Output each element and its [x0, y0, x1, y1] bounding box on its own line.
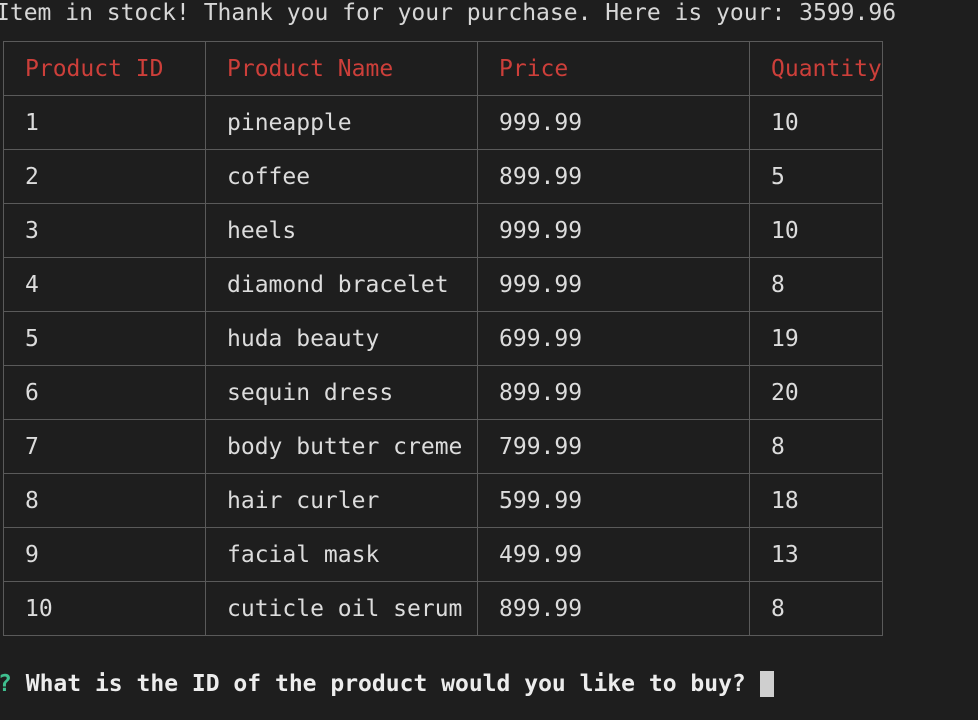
- cell-quantity: 8: [749, 419, 883, 474]
- header-quantity: Quantity: [749, 41, 883, 96]
- cell-quantity: 8: [749, 257, 883, 312]
- cell-price: 899.99: [477, 581, 750, 636]
- table-row: 9 facial mask 499.99 13: [3, 527, 883, 582]
- cell-product-id: 8: [3, 473, 206, 528]
- cell-quantity: 10: [749, 95, 883, 150]
- text-cursor[interactable]: [759, 671, 774, 697]
- cell-price: 999.99: [477, 203, 750, 258]
- product-table: Product ID Product Name Price Quantity 1…: [3, 41, 883, 636]
- cell-product-id: 3: [3, 203, 206, 258]
- cell-quantity: 20: [749, 365, 883, 420]
- cell-quantity: 13: [749, 527, 883, 582]
- cell-price: 699.99: [477, 311, 750, 366]
- cell-product-id: 9: [3, 527, 206, 582]
- cell-product-id: 4: [3, 257, 206, 312]
- cell-product-name: facial mask: [205, 527, 478, 582]
- cell-quantity: 5: [749, 149, 883, 204]
- table-row: 8 hair curler 599.99 18: [3, 473, 883, 528]
- table-row: 1 pineapple 999.99 10: [3, 95, 883, 150]
- cell-price: 899.99: [477, 149, 750, 204]
- cell-price: 599.99: [477, 473, 750, 528]
- cell-product-name: body butter creme: [205, 419, 478, 474]
- cell-product-name: huda beauty: [205, 311, 478, 366]
- cell-product-id: 5: [3, 311, 206, 366]
- cell-product-id: 6: [3, 365, 206, 420]
- table-row: 6 sequin dress 899.99 20: [3, 365, 883, 420]
- cell-product-name: cuticle oil serum: [205, 581, 478, 636]
- table-row: 10 cuticle oil serum 899.99 8: [3, 581, 883, 636]
- table-row: 3 heels 999.99 10: [3, 203, 883, 258]
- cell-quantity: 8: [749, 581, 883, 636]
- cell-product-name: heels: [205, 203, 478, 258]
- table-row: 2 coffee 899.99 5: [3, 149, 883, 204]
- cell-price: 499.99: [477, 527, 750, 582]
- header-product-id: Product ID: [3, 41, 206, 96]
- cell-product-name: coffee: [205, 149, 478, 204]
- table-row: 4 diamond bracelet 999.99 8: [3, 257, 883, 312]
- cell-product-id: 2: [3, 149, 206, 204]
- table-row: 5 huda beauty 699.99 19: [3, 311, 883, 366]
- input-prompt[interactable]: ? What is the ID of the product would yo…: [0, 670, 774, 698]
- table-header-row: Product ID Product Name Price Quantity: [3, 41, 883, 96]
- header-product-name: Product Name: [205, 41, 478, 96]
- header-price: Price: [477, 41, 750, 96]
- prompt-question-text: What is the ID of the product would you …: [25, 671, 746, 697]
- cell-price: 899.99: [477, 365, 750, 420]
- cell-product-id: 7: [3, 419, 206, 474]
- cell-product-id: 1: [3, 95, 206, 150]
- cell-product-name: diamond bracelet: [205, 257, 478, 312]
- cell-product-name: pineapple: [205, 95, 478, 150]
- cell-product-name: sequin dress: [205, 365, 478, 420]
- cell-product-name: hair curler: [205, 473, 478, 528]
- cell-price: 999.99: [477, 95, 750, 150]
- cell-product-id: 10: [3, 581, 206, 636]
- table-row: 7 body butter creme 799.99 8: [3, 419, 883, 474]
- cell-quantity: 10: [749, 203, 883, 258]
- cell-price: 799.99: [477, 419, 750, 474]
- cell-quantity: 19: [749, 311, 883, 366]
- prompt-question-mark: ?: [0, 670, 12, 698]
- cell-quantity: 18: [749, 473, 883, 528]
- status-message: Item in stock! Thank you for your purcha…: [0, 0, 897, 26]
- cell-price: 999.99: [477, 257, 750, 312]
